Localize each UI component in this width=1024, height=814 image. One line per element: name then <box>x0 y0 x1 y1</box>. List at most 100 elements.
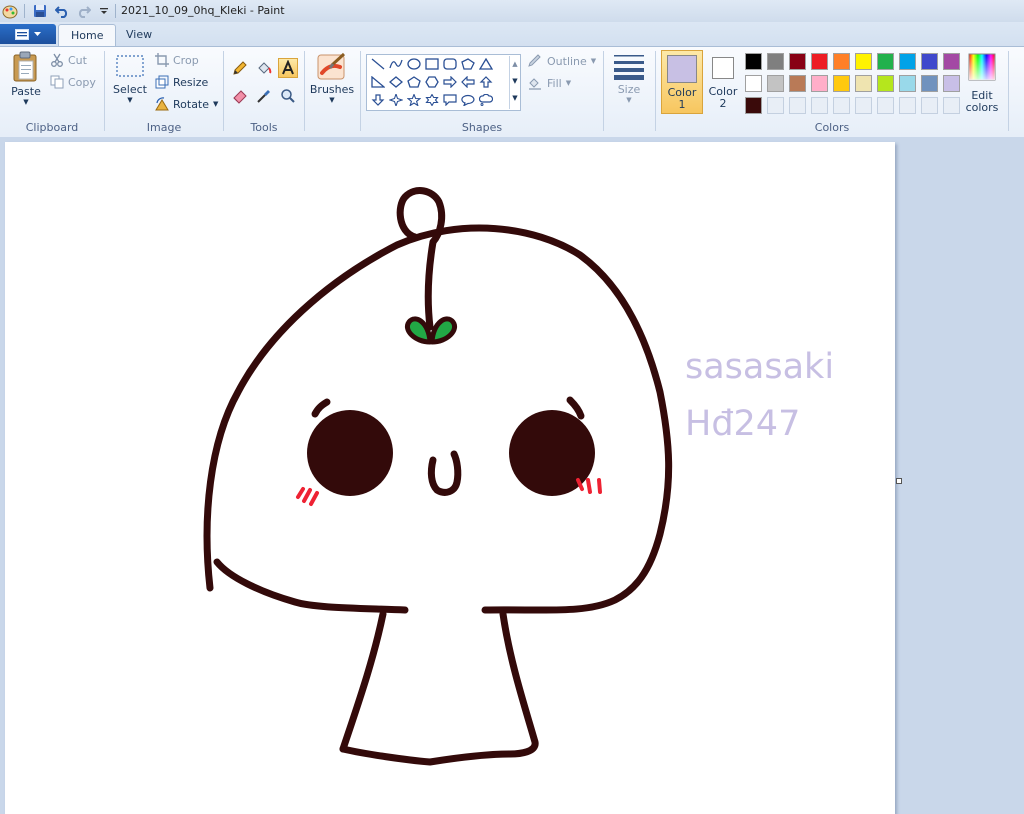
shape-right-arrow-icon[interactable] <box>441 74 459 90</box>
shape-five-point-star-icon[interactable] <box>405 92 423 108</box>
palette-swatch[interactable] <box>921 75 938 92</box>
palette-swatch[interactable] <box>789 75 806 92</box>
crop-label: Crop <box>173 53 199 67</box>
select-rectangle-icon <box>116 55 144 77</box>
shape-oval-icon[interactable] <box>405 56 423 72</box>
drawing-canvas[interactable]: sasasaki Hđ247 <box>5 142 895 814</box>
color2-button[interactable]: Color 2 <box>705 50 741 114</box>
palette-swatch[interactable] <box>855 53 872 70</box>
palette-swatch[interactable] <box>833 53 850 70</box>
palette-empty-slot[interactable] <box>767 97 784 114</box>
shape-cloud-callout-icon[interactable] <box>477 92 495 108</box>
color1-button[interactable]: Color 1 <box>661 50 703 114</box>
resize-button[interactable]: Resize <box>155 72 208 92</box>
left-blush-1 <box>296 487 305 499</box>
tab-view[interactable]: View <box>114 24 164 45</box>
select-button[interactable]: Select ▼ <box>112 51 148 104</box>
chevron-down-icon[interactable]: ▼ <box>510 73 520 90</box>
shape-curve-icon[interactable] <box>387 56 405 72</box>
size-button[interactable]: Size ▼ <box>610 51 648 104</box>
palette-empty-slot[interactable] <box>899 97 916 114</box>
outline-button[interactable]: Outline ▼ <box>527 51 596 71</box>
palette-empty-slot[interactable] <box>921 97 938 114</box>
shape-down-arrow-icon[interactable] <box>369 92 387 108</box>
color-picker-tool[interactable] <box>254 86 274 106</box>
pencil-tool[interactable] <box>230 58 250 78</box>
shape-right-triangle-icon[interactable] <box>369 74 387 90</box>
group-label-tools: Tools <box>250 121 278 134</box>
rotate-icon <box>155 97 169 111</box>
paint-app-icon[interactable] <box>2 3 18 19</box>
brushes-button[interactable]: Brushes ▼ <box>310 51 354 104</box>
left-blush-2 <box>302 488 312 503</box>
palette-empty-slot[interactable] <box>943 97 960 114</box>
palette-empty-slot[interactable] <box>877 97 894 114</box>
customize-quick-access-icon[interactable] <box>96 3 112 19</box>
shape-left-arrow-icon[interactable] <box>459 74 477 90</box>
crop-icon <box>155 53 169 67</box>
shape-four-point-star-icon[interactable] <box>387 92 405 108</box>
palette-swatch[interactable] <box>943 53 960 70</box>
palette-empty-slot[interactable] <box>833 97 850 114</box>
shape-rounded-rectangle-icon[interactable] <box>441 56 459 72</box>
shapes-scrollbar[interactable]: ▲ ▼ ▼ <box>509 56 520 109</box>
shape-rect-callout-icon[interactable] <box>441 92 459 108</box>
palette-swatch[interactable] <box>767 75 784 92</box>
file-menu-button[interactable] <box>0 24 56 44</box>
rotate-button[interactable]: Rotate ▼ <box>155 94 218 114</box>
more-shapes-icon[interactable]: ▼ <box>510 90 520 107</box>
palette-empty-slot[interactable] <box>789 97 806 114</box>
palette-swatch[interactable] <box>899 53 916 70</box>
paste-button[interactable]: Paste ▼ <box>8 51 44 106</box>
shape-pentagon-icon[interactable] <box>405 74 423 90</box>
shape-diamond-icon[interactable] <box>387 74 405 90</box>
palette-swatch[interactable] <box>943 75 960 92</box>
chevron-down-icon <box>34 31 41 36</box>
palette-swatch[interactable] <box>899 75 916 92</box>
palette-swatch[interactable] <box>855 75 872 92</box>
copy-button[interactable]: Copy <box>50 72 96 92</box>
palette-swatch[interactable] <box>877 53 894 70</box>
undo-icon[interactable] <box>54 3 70 19</box>
text-tool[interactable] <box>278 58 298 78</box>
pencil-icon <box>233 61 247 75</box>
palette-swatch[interactable] <box>767 53 784 70</box>
redo-icon[interactable] <box>76 3 92 19</box>
eraser-tool[interactable] <box>230 86 250 106</box>
drawing <box>203 187 673 766</box>
crop-button[interactable]: Crop <box>155 50 199 70</box>
shape-oval-callout-icon[interactable] <box>459 92 477 108</box>
palette-swatch[interactable] <box>811 53 828 70</box>
palette-swatch[interactable] <box>789 53 806 70</box>
edit-colors-button[interactable]: Edit colors <box>963 50 1001 114</box>
palette-swatch[interactable] <box>921 53 938 70</box>
magnifier-tool[interactable] <box>278 86 298 106</box>
palette-empty-slot[interactable] <box>811 97 828 114</box>
tab-home[interactable]: Home <box>58 24 117 46</box>
right-eyebrow <box>566 396 585 420</box>
palette-swatch[interactable] <box>745 53 762 70</box>
fill-button[interactable]: Fill ▼ <box>527 73 571 93</box>
shape-up-arrow-icon[interactable] <box>477 74 495 90</box>
shape-rectangle-icon[interactable] <box>423 56 441 72</box>
shape-hexagon-icon[interactable] <box>423 74 441 90</box>
save-icon[interactable] <box>32 3 48 19</box>
palette-swatch[interactable] <box>811 75 828 92</box>
palette-swatch[interactable] <box>745 75 762 92</box>
palette-swatch[interactable] <box>745 97 762 114</box>
shape-triangle-icon[interactable] <box>477 56 495 72</box>
shape-polygon-icon[interactable] <box>459 56 477 72</box>
palette-empty-slot[interactable] <box>855 97 872 114</box>
chevron-down-icon: ▼ <box>23 98 29 106</box>
shape-six-point-star-icon[interactable] <box>423 92 441 108</box>
palette-swatch[interactable] <box>833 75 850 92</box>
canvas-resize-handle[interactable] <box>896 478 902 484</box>
copy-icon <box>50 75 64 89</box>
palette-swatch[interactable] <box>877 75 894 92</box>
cut-button[interactable]: Cut <box>50 50 87 70</box>
shape-line-icon[interactable] <box>369 56 387 72</box>
group-label-image: Image <box>146 121 182 134</box>
chevron-up-icon[interactable]: ▲ <box>510 56 520 73</box>
fill-tool[interactable] <box>254 58 274 78</box>
sprout-stem <box>424 238 437 331</box>
